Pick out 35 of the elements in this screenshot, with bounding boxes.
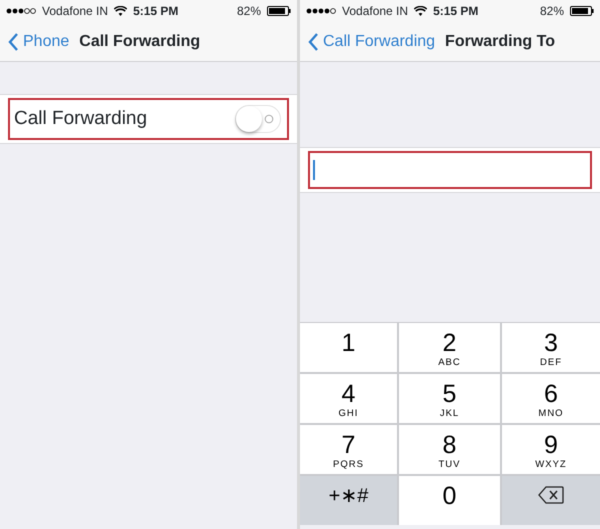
keypad-key[interactable]: 2 ABC [399, 323, 500, 372]
battery-icon [570, 6, 594, 16]
phone-number-field[interactable] [308, 151, 592, 189]
status-time: 5:15 PM [433, 3, 478, 20]
wifi-icon [414, 6, 428, 16]
keypad-key[interactable]: 1 [300, 323, 397, 372]
keypad-key[interactable]: 3 DEF [502, 323, 600, 372]
keypad-key[interactable]: 0 [399, 476, 500, 525]
keypad-key[interactable]: 8 TUV [399, 425, 500, 474]
carrier-name: Vodafone IN [342, 3, 408, 20]
delete-key[interactable] [502, 476, 600, 525]
keypad-key[interactable]: 5 JKL [399, 374, 500, 423]
setting-label: Call Forwarding [14, 106, 148, 131]
wifi-icon [114, 6, 128, 16]
battery-percent: 82% [236, 3, 261, 20]
keypad-key[interactable]: 9 WXYZ [502, 425, 600, 474]
off-indicator-icon [264, 114, 274, 124]
battery-percent: 82% [540, 3, 564, 20]
battery-icon [267, 6, 291, 16]
status-time: 5:15 PM [133, 3, 178, 20]
symbols-key[interactable]: +∗# [300, 476, 397, 525]
chevron-left-icon [308, 32, 319, 50]
backspace-icon [538, 486, 564, 504]
chevron-left-icon [8, 32, 19, 50]
keypad-key[interactable]: 4 GHI [300, 374, 397, 423]
back-button[interactable]: Phone [8, 30, 70, 54]
screen-title: Forwarding To [445, 32, 555, 52]
keypad-key[interactable]: 6 MNO [502, 374, 600, 423]
back-button[interactable]: Call Forwarding [308, 30, 436, 54]
signal-icon [306, 8, 336, 14]
keypad-key[interactable]: 7 PQRS [300, 425, 397, 474]
signal-icon [6, 8, 36, 14]
screen-title: Call Forwarding [79, 32, 200, 52]
toggle-switch[interactable] [235, 105, 281, 133]
carrier-name: Vodafone IN [42, 3, 108, 20]
